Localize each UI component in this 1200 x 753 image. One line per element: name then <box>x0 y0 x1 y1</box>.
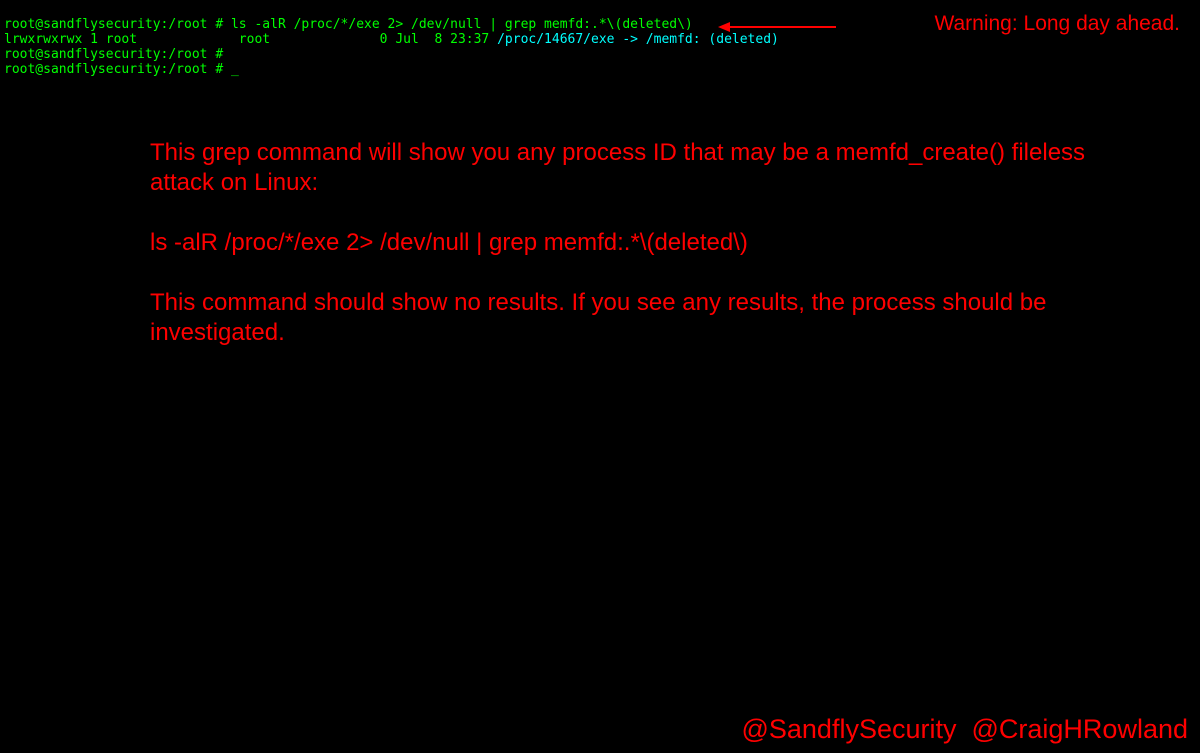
prompt: root@sandflysecurity:/root # <box>4 17 223 32</box>
arrow-icon <box>718 20 838 34</box>
explain-paragraph-1: This grep command will show you any proc… <box>150 138 1090 198</box>
prompt: root@sandflysecurity:/root # <box>4 62 223 77</box>
explanation-block: This grep command will show you any proc… <box>150 138 1090 378</box>
ls-output-link: /proc/14667/exe -> /memfd: (deleted) <box>497 32 779 47</box>
terminal-output: root@sandflysecurity:/root # ls -alR /pr… <box>4 2 779 77</box>
prompt: root@sandflysecurity:/root # <box>4 47 223 62</box>
explain-paragraph-2: This command should show no results. If … <box>150 288 1090 348</box>
cursor-icon: _ <box>231 62 239 77</box>
credits: @SandflySecurity @CraigHRowland <box>741 714 1188 745</box>
twitter-handle-2: @CraigHRowland <box>972 714 1189 744</box>
explain-command: ls -alR /proc/*/exe 2> /dev/null | grep … <box>150 228 1090 258</box>
command-text: ls -alR /proc/*/exe 2> /dev/null | grep … <box>223 17 693 32</box>
warning-annotation: Warning: Long day ahead. <box>934 12 1180 36</box>
ls-output-perms: lrwxrwxrwx 1 root root 0 Jul 8 23:37 <box>4 32 497 47</box>
twitter-handle-1: @SandflySecurity <box>741 714 956 744</box>
